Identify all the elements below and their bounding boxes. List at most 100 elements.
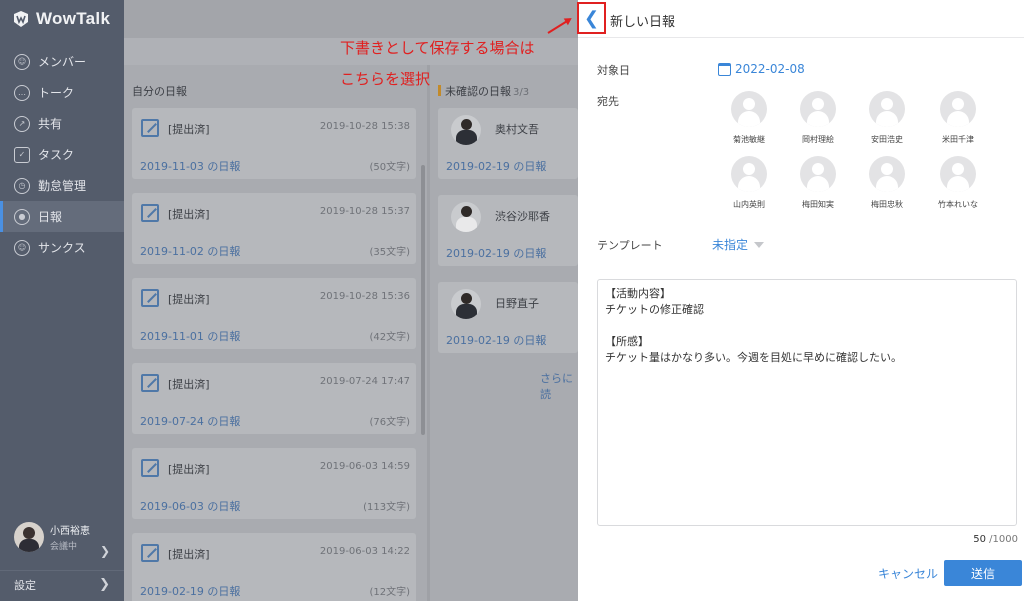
report-card[interactable]: [提出済] 2019-10-28 15:38 2019-11-03 の日報 (5… [132,108,416,179]
sidebar-item-attendance[interactable]: ◷ 勤怠管理 [0,170,124,201]
unread-count: 3/3 [513,87,530,98]
chevron-right-icon[interactable]: ❯ [100,544,110,558]
app-logo[interactable]: WowTalk [12,8,110,30]
scrollbar[interactable] [421,165,425,435]
recipient[interactable]: 竹本れいな [928,156,988,210]
load-more-link[interactable]: さらに読 [540,370,578,402]
top-bar [124,0,578,38]
share-icon: ↗ [14,115,30,132]
user-name: 小西裕恵 [50,526,90,537]
unconfirmed-report-card[interactable]: 奥村文吾 2019-02-19 の日報 [438,108,578,179]
report-char-count: (50文字) [369,162,410,173]
recipient[interactable]: 岡村理絵 [788,91,848,145]
sidebar-item-members[interactable]: ☺ メンバー [0,46,124,77]
report-char-count: (35文字) [369,247,410,258]
sidebar-item-label: 日報 [38,210,63,224]
report-edit-icon [141,204,159,222]
sidebar-item-talk[interactable]: … トーク [0,77,124,108]
template-value: 未指定 [712,238,749,252]
annotation-text-line1: 下書きとして保存する場合は [340,39,535,57]
recipient[interactable]: 米田千津 [928,91,988,145]
recipient-name: 安田浩史 [871,135,903,144]
date-label: 対象日 [597,64,630,77]
chevron-left-icon: ❮ [583,7,600,29]
char-counter: 50 /1000 [973,534,1018,545]
user-placeholder-icon [869,91,905,127]
user-placeholder-icon [731,91,767,127]
sidebar-nav: ☺ メンバー … トーク ↗ 共有 ✓ タスク ◷ 勤怠管理 ● 日報 ☺ サン… [0,46,124,263]
settings-button[interactable]: 設定 ❯ [0,570,124,598]
report-card[interactable]: [提出済] 2019-06-03 14:59 2019-06-03 の日報 (1… [132,448,416,519]
unconfirmed-report-card[interactable]: 日野直子 2019-02-19 の日報 [438,282,578,353]
report-card[interactable]: [提出済] 2019-10-28 15:36 2019-11-01 の日報 (4… [132,278,416,349]
report-char-count: (113文字) [363,502,410,513]
author-name: 奥村文吾 [495,123,539,136]
sidebar-item-label: トーク [38,86,75,100]
chat-icon: … [14,84,30,101]
new-report-panel: ❮ 新しい日報 対象日 2022-02-08 宛先 菊池敏継 岡村理絵 安田浩史… [577,0,1024,601]
user-placeholder-icon [800,91,836,127]
sidebar-item-thanks[interactable]: ☺ サンクス [0,232,124,263]
report-char-count: (42文字) [369,332,410,343]
report-status: [提出済] [168,463,210,476]
report-edit-icon [141,544,159,562]
author-name: 日野直子 [495,297,539,310]
clock-icon: ◷ [14,177,30,194]
report-time: 2019-10-28 15:38 [319,121,410,132]
sidebar-item-label: 共有 [38,117,63,131]
send-button[interactable]: 送信 [944,560,1022,586]
chevron-right-icon: ❯ [99,577,110,592]
report-card[interactable]: [提出済] 2019-06-03 14:22 2019-02-19 の日報 (1… [132,533,416,601]
settings-label: 設定 [14,578,36,592]
user-placeholder-icon [940,91,976,127]
report-title: 2019-06-03 の日報 [140,500,241,513]
report-title: 2019-02-19 の日報 [446,334,547,347]
panel-header: ❮ 新しい日報 [577,0,1024,38]
recipient-name: 菊池敏継 [733,135,765,144]
user-status: 会議中 [50,542,78,552]
char-count-current: 50 [973,534,986,545]
unconfirmed-reports-column: 未確認の日報 3/3 奥村文吾 2019-02-19 の日報 渋谷沙耶香 2019… [430,65,578,601]
app-name: WowTalk [36,9,111,28]
sidebar-item-share[interactable]: ↗ 共有 [0,108,124,139]
report-status: [提出済] [168,293,210,306]
report-edit-icon [141,374,159,392]
column-title: 未確認の日報 3/3 [438,83,529,99]
recipient-name: 竹本れいな [938,200,978,209]
report-card[interactable]: [提出済] 2019-07-24 17:47 2019-07-24 の日報 (7… [132,363,416,434]
cancel-button[interactable]: キャンセル [878,565,938,582]
report-char-count: (76文字) [369,417,410,428]
template-select[interactable]: 未指定 [712,236,765,253]
user-placeholder-icon [940,156,976,192]
report-list-area: 自分の日報 [提出済] 2019-10-28 15:38 2019-11-03 … [124,0,578,601]
report-edit-icon [141,289,159,307]
calendar-icon [718,62,731,76]
recipient[interactable]: 梅田知実 [788,156,848,210]
avatar [14,522,44,552]
recipient[interactable]: 菊池敏継 [719,91,779,145]
annotation-text-line2: こちらを選択 [340,70,431,88]
report-body-textarea[interactable]: 【活動内容】 チケットの修正確認 【所感】 チケット量はかなり多い。今週を目処に… [597,279,1017,526]
recipient-label: 宛先 [597,95,619,108]
current-user[interactable]: 小西裕恵 会議中 [14,522,90,552]
date-picker[interactable]: 2022-02-08 [718,62,805,76]
sidebar-item-daily-report[interactable]: ● 日報 [0,201,124,232]
recipient[interactable]: 梅田忠秋 [857,156,917,210]
unconfirmed-report-card[interactable]: 渋谷沙耶香 2019-02-19 の日報 [438,195,578,266]
sidebar-item-task[interactable]: ✓ タスク [0,139,124,170]
recipient[interactable]: 山内英則 [719,156,779,210]
sidebar-item-label: サンクス [38,241,86,255]
task-icon: ✓ [14,146,30,163]
logo-icon [14,11,28,27]
back-button[interactable]: ❮ [577,2,606,34]
report-status: [提出済] [168,208,210,221]
panel-title: 新しい日報 [610,15,676,30]
report-title: 2019-07-24 の日報 [140,415,241,428]
report-card[interactable]: [提出済] 2019-10-28 15:37 2019-11-02 の日報 (3… [132,193,416,264]
char-count-max: /1000 [986,534,1018,545]
report-time: 2019-10-28 15:37 [319,206,410,217]
report-time: 2019-07-24 17:47 [319,376,410,387]
user-placeholder-icon [800,156,836,192]
recipient[interactable]: 安田浩史 [857,91,917,145]
dropdown-arrow-icon [754,241,765,248]
